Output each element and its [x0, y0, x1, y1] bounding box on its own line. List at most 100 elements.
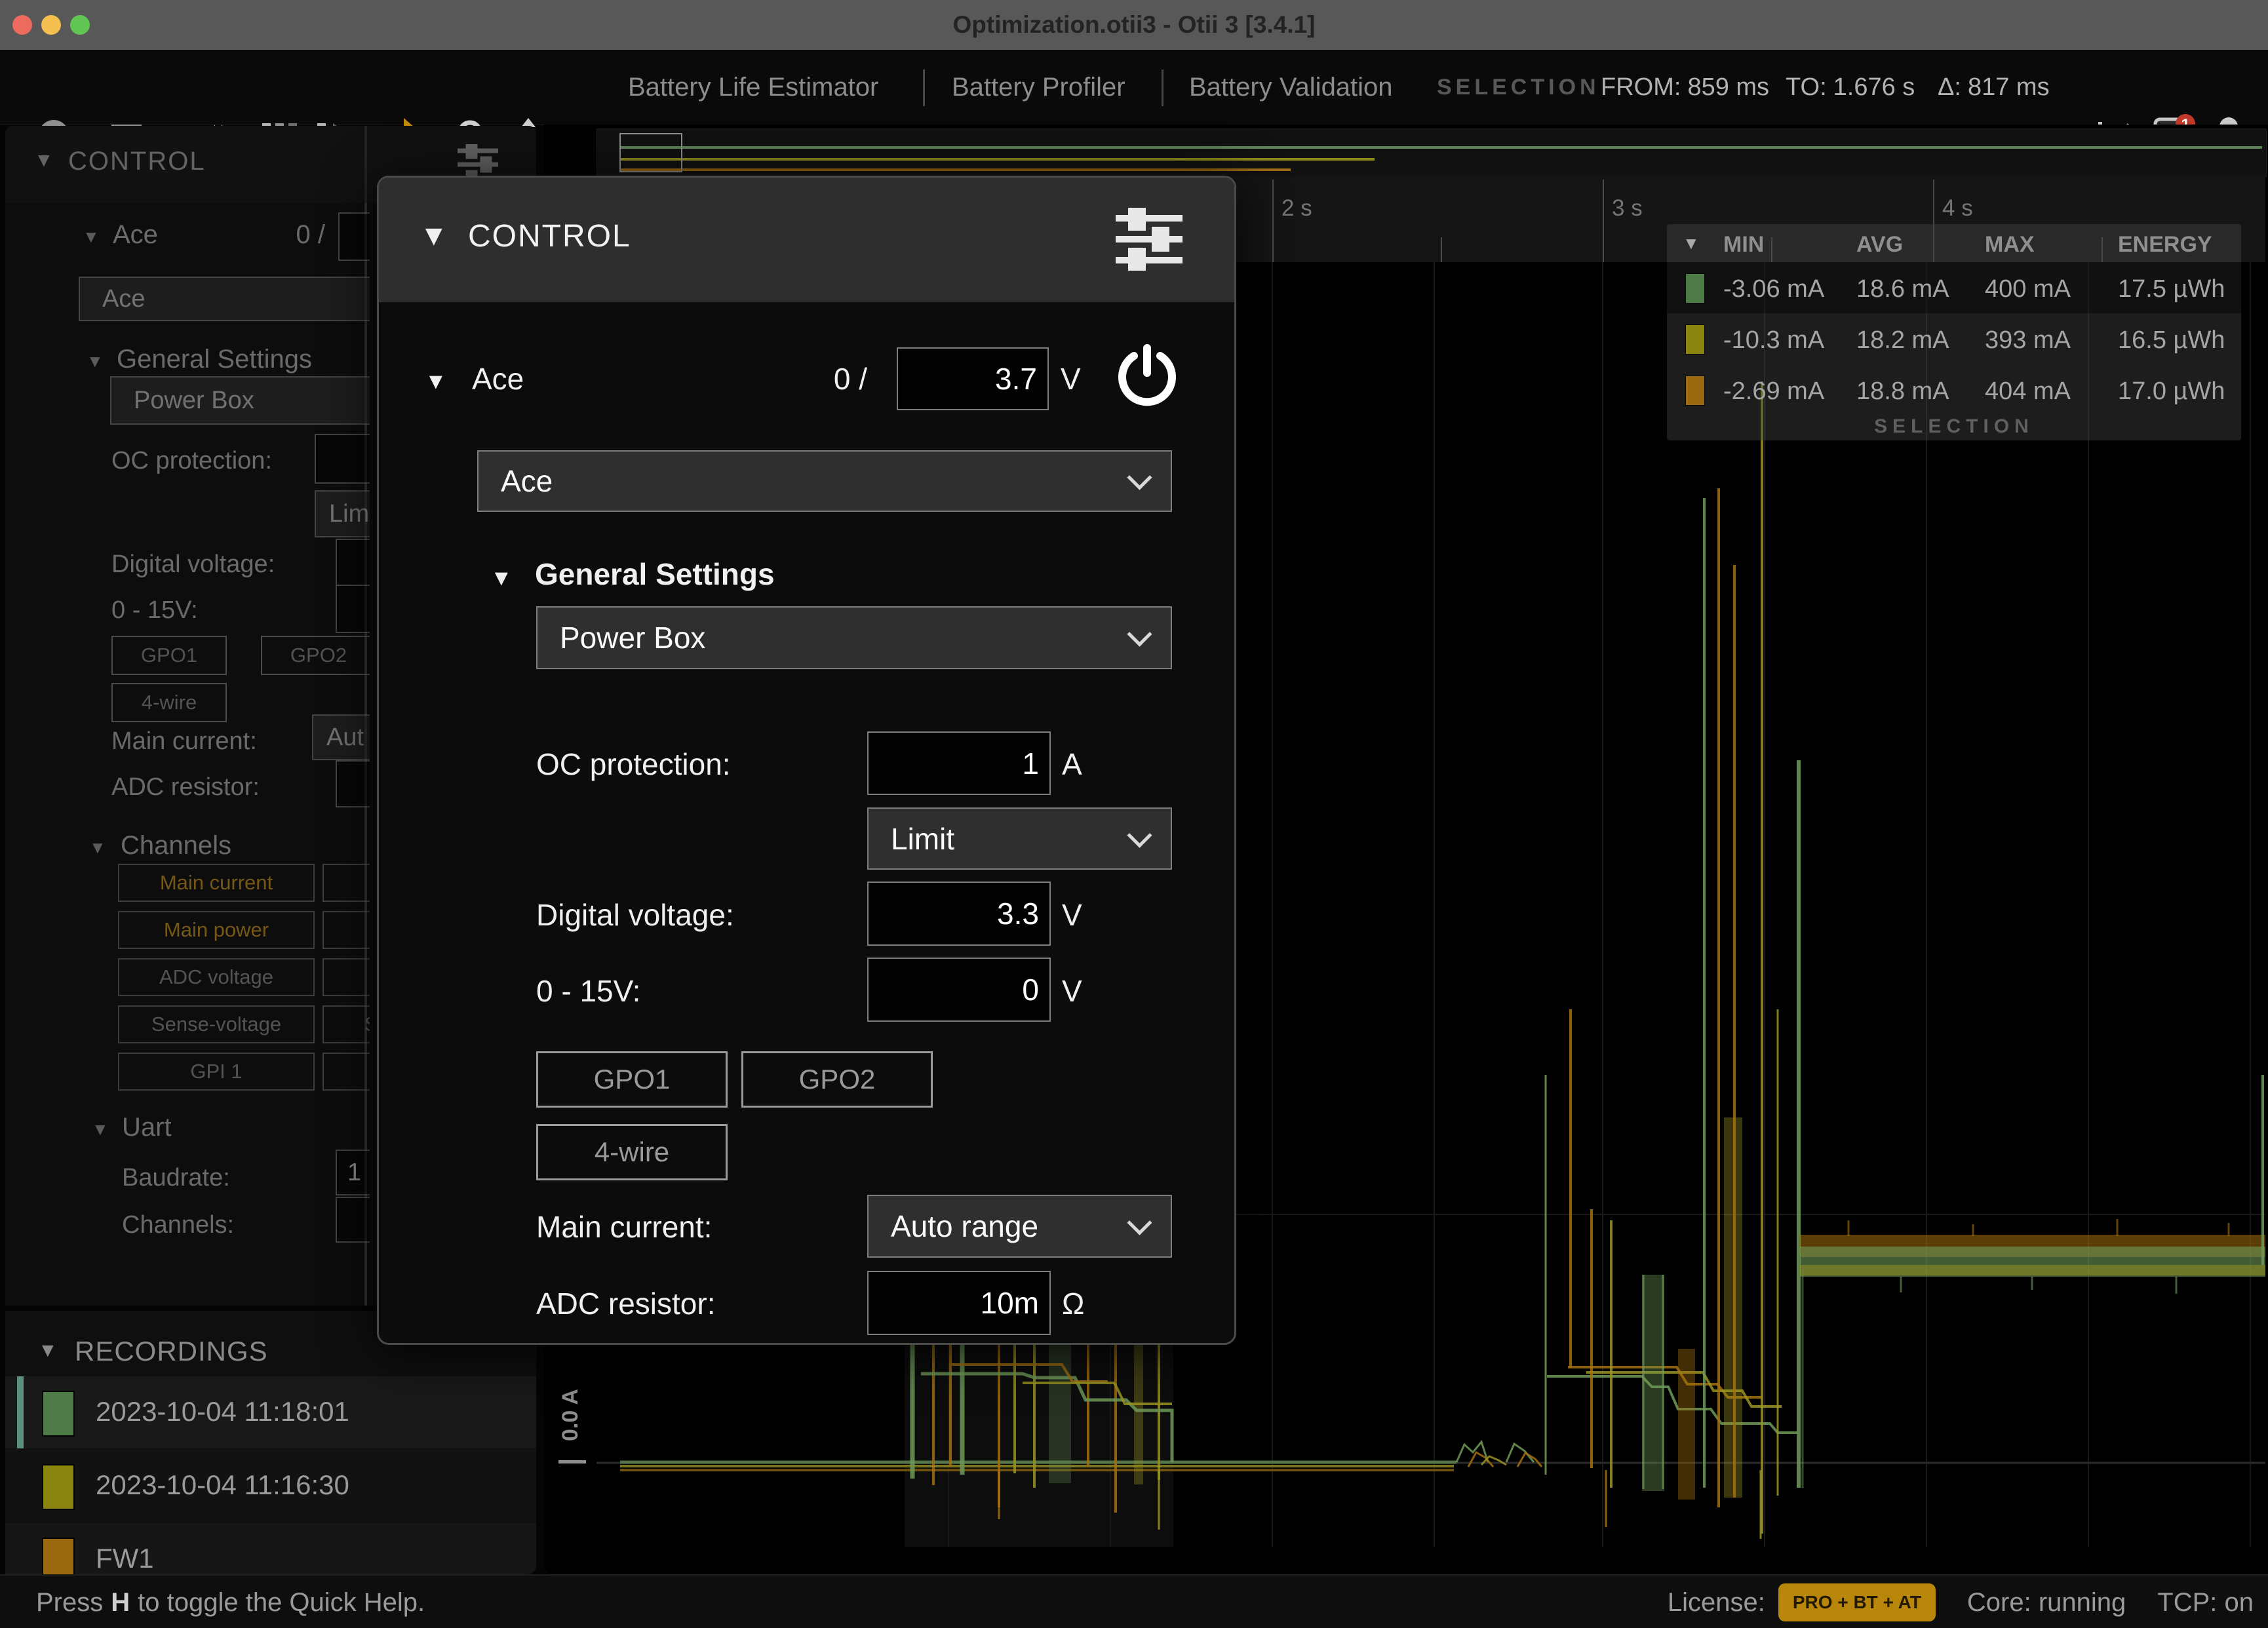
uart-channels-input[interactable]	[336, 1197, 370, 1243]
recording-label: 2023-10-04 11:16:30	[96, 1469, 349, 1501]
overview-viewport-handle[interactable]	[619, 133, 682, 172]
collapse-triangle-icon: ▼	[420, 220, 448, 252]
channel-main-power-button[interactable]: Main power	[118, 911, 315, 949]
digital-voltage-label: Digital voltage:	[536, 897, 734, 933]
main-current-value: Auto range	[891, 1209, 1038, 1244]
device-dropdown[interactable]: Ace	[477, 450, 1172, 512]
column-header-avg[interactable]: AVG	[1856, 232, 1903, 258]
oc-protection-label: OC protection:	[111, 447, 272, 475]
adc-resistor-label: ADC resistor:	[111, 773, 260, 802]
device-name: Ace	[113, 220, 158, 250]
graph-overview-strip[interactable]	[596, 128, 2267, 177]
tab-battery-validation[interactable]: Battery Validation	[1189, 50, 1393, 125]
adc-resistor-input[interactable]	[336, 760, 370, 807]
collapse-triangle-icon[interactable]: ▼	[83, 227, 100, 247]
collapse-triangle-icon[interactable]: ▼	[38, 1340, 58, 1362]
series-swatch	[1685, 273, 1705, 303]
supply-mode-dropdown[interactable]: Power Box	[536, 606, 1172, 669]
collapse-triangle-icon[interactable]: ▼	[87, 351, 104, 372]
channel-col2-button[interactable]: A	[323, 911, 370, 949]
column-header-min[interactable]: MIN	[1723, 232, 1764, 258]
channel-col2-button[interactable]: Se	[323, 1005, 370, 1043]
recording-item[interactable]: 2023-10-04 11:16:30	[5, 1450, 536, 1522]
oc-protection-input[interactable]	[315, 434, 370, 484]
cell-energy: 17.0 µWh	[2118, 378, 2225, 406]
license-badge[interactable]: PRO + BT + AT	[1778, 1583, 1936, 1621]
digital-voltage-unit: V	[1062, 897, 1082, 933]
selection-from-label: FROM:	[1601, 73, 1681, 102]
device-dropdown-value: Ace	[501, 463, 553, 499]
gpo1-button[interactable]: GPO1	[536, 1051, 728, 1108]
channel-main-current-button[interactable]: Main current	[118, 864, 315, 902]
table-row[interactable]: -10.3 mA 18.2 mA 393 mA 16.5 µWh	[1667, 313, 2241, 364]
device-dropdown[interactable]: Ace	[79, 277, 370, 321]
time-major-tick	[1603, 180, 1604, 262]
oc-protection-unit: A	[1062, 746, 1082, 782]
ch evron-down-icon	[1127, 465, 1152, 490]
voltage-unit: V	[1061, 361, 1081, 397]
time-tick-label: 4 s	[1942, 195, 1973, 222]
collapse-triangle-icon[interactable]: ▼	[425, 369, 447, 395]
collapse-triangle-icon[interactable]: ▼	[490, 566, 513, 591]
table-collapse-icon[interactable]: ▼	[1683, 233, 1700, 254]
oc-mode-dropdown[interactable]: Limit	[867, 807, 1172, 870]
minimize-window-button[interactable]	[41, 15, 61, 35]
recording-swatch	[42, 1538, 75, 1574]
range-input[interactable]: 0	[867, 958, 1051, 1022]
adc-resistor-input[interactable]: 10m	[867, 1271, 1051, 1335]
four-wire-button[interactable]: 4-wire	[536, 1124, 728, 1180]
gpo2-button[interactable]: GPO2	[741, 1051, 933, 1108]
help-key: H	[111, 1588, 130, 1618]
voltage-input[interactable]: 3.7	[897, 347, 1049, 410]
oc-mode-dropdown[interactable]: Lim	[315, 490, 370, 537]
gpo2-button[interactable]: GPO2	[261, 636, 370, 675]
voltage-input[interactable]	[338, 212, 370, 261]
channel-col2-button[interactable]: M	[323, 864, 370, 902]
column-header-max[interactable]: MAX	[1985, 232, 2035, 258]
recording-item[interactable]: 2023-10-04 11:18:01	[5, 1376, 536, 1448]
overview-trace-orange	[621, 168, 1291, 171]
range-input[interactable]	[336, 585, 370, 633]
table-row[interactable]: -3.06 mA 18.6 mA 400 mA 17.5 µWh	[1667, 262, 2241, 313]
output-counter: 0 /	[265, 220, 325, 250]
app-window: Optimization.otii3 - Otii 3 [3.4.1] Batt…	[0, 0, 2268, 1628]
main-current-dropdown[interactable]: Auto range	[867, 1195, 1172, 1258]
column-header-energy[interactable]: ENERGY	[2118, 232, 2212, 258]
device-dropdown-value: Ace	[102, 285, 145, 313]
digital-voltage-input[interactable]	[336, 539, 370, 587]
channel-col2-button[interactable]: A	[323, 958, 370, 996]
table-row[interactable]: -2.69 mA 18.8 mA 404 mA 17.0 µWh	[1667, 364, 2241, 416]
cell-avg: 18.2 mA	[1856, 326, 1949, 355]
power-toggle-icon[interactable]	[1114, 343, 1180, 411]
collapse-triangle-icon[interactable]: ▼	[92, 1119, 109, 1140]
four-wire-button[interactable]: 4-wire	[111, 683, 227, 722]
selection-to: TO: 1.676 s	[1786, 50, 1915, 125]
digital-voltage-input[interactable]: 3.3	[867, 882, 1051, 946]
channel-sense-voltage-button[interactable]: Sense-voltage	[118, 1005, 315, 1043]
digital-voltage-label: Digital voltage:	[111, 551, 275, 579]
channel-col2-button[interactable]	[323, 1053, 370, 1091]
zoom-window-button[interactable]	[70, 15, 90, 35]
channel-gpi1-button[interactable]: GPI 1	[118, 1053, 315, 1091]
measurement-table: ▼ MIN AVG MAX ENERGY -3.06 mA 18.6 mA 40…	[1667, 224, 2241, 440]
tab-battery-life-estimator[interactable]: Battery Life Estimator	[628, 50, 878, 125]
oc-protection-input[interactable]: 1	[867, 731, 1051, 795]
oc-protection-label: OC protection:	[536, 746, 731, 782]
baudrate-input[interactable]: 1	[336, 1150, 370, 1195]
overview-trace-yellow	[621, 158, 1375, 161]
chevron-down-icon	[1127, 823, 1152, 847]
main-current-dropdown[interactable]: Aut	[312, 714, 370, 760]
gpo1-button[interactable]: GPO1	[111, 636, 227, 675]
channel-adc-voltage-button[interactable]: ADC voltage	[118, 958, 315, 996]
close-window-button[interactable]	[12, 15, 32, 35]
recording-item[interactable]: FW1	[5, 1523, 536, 1574]
settings-sliders-icon[interactable]	[1113, 208, 1185, 271]
selection-from: FROM: 859 ms	[1601, 50, 1769, 125]
collapse-triangle-icon[interactable]: ▼	[89, 838, 106, 858]
control-panel-header[interactable]: ▼ CONTROL	[379, 178, 1234, 302]
cell-max: 404 mA	[1985, 378, 2071, 406]
chevron-down-icon	[1127, 1211, 1152, 1235]
recordings-title: RECORDINGS	[75, 1336, 268, 1367]
supply-mode-dropdown[interactable]: Power Box	[110, 376, 370, 425]
tab-battery-profiler[interactable]: Battery Profiler	[952, 50, 1125, 125]
